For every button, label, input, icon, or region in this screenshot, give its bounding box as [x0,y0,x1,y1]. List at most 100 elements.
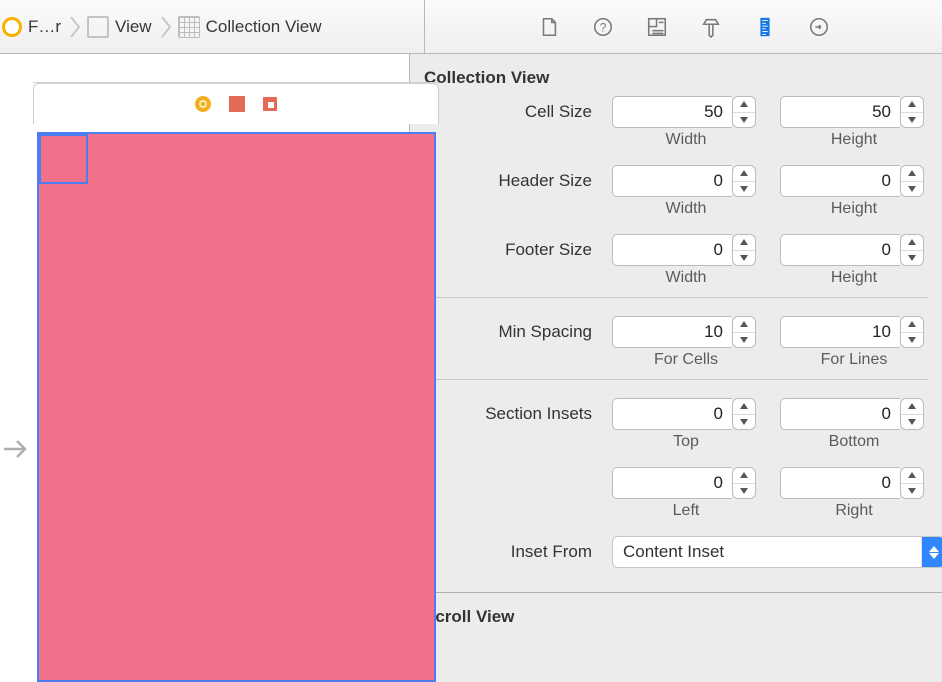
field-spacing-cells: For Cells [612,316,760,369]
field-inset-top: Top [612,398,760,451]
label-footer-size: Footer Size [424,234,592,260]
divider [424,379,928,380]
header-icon [229,96,245,112]
header-height-stepper[interactable] [900,165,924,197]
sublabel: Width [666,200,707,218]
tab-attributes-inspector[interactable] [700,16,722,38]
stepper-up-icon[interactable] [901,399,923,415]
collection-view-preview[interactable] [37,132,436,682]
stepper-up-icon[interactable] [733,399,755,415]
stepper-up-icon[interactable] [901,97,923,113]
stepper-down-icon[interactable] [901,333,923,348]
sublabel: Top [673,433,699,451]
sublabel: Width [666,131,707,149]
stepper-down-icon[interactable] [901,113,923,128]
tab-file-inspector[interactable] [538,16,560,38]
inset-bottom-stepper[interactable] [900,398,924,430]
stepper-down-icon[interactable] [733,333,755,348]
sublabel: Left [673,502,700,520]
footer-width-input[interactable] [612,234,732,266]
inset-left-input[interactable] [612,467,732,499]
footer-height-stepper[interactable] [900,234,924,266]
inspector-tabs: ? [425,0,942,53]
stepper-up-icon[interactable] [901,235,923,251]
stepper-down-icon[interactable] [733,415,755,430]
field-header-width: Width [612,165,760,218]
spacing-lines-input[interactable] [780,316,900,348]
stepper-down-icon[interactable] [733,484,755,499]
select-chevrons-icon [921,537,942,567]
canvas-pane[interactable] [0,54,410,682]
cell-height-input[interactable] [780,96,900,128]
main-split: Collection View Cell Size Width Height H… [0,54,942,682]
sublabel: Bottom [829,433,880,451]
stepper-down-icon[interactable] [901,182,923,197]
label-min-spacing: Min Spacing [424,316,592,342]
inset-top-stepper[interactable] [732,398,756,430]
sublabel: Height [831,269,877,287]
sublabel: For Cells [654,351,718,369]
sublabel: For Lines [821,351,888,369]
collection-view-cell[interactable] [39,134,88,184]
footer-height-input[interactable] [780,234,900,266]
field-inset-right: Right [780,467,928,520]
chevron-right-icon [160,13,172,41]
field-header-height: Height [780,165,928,218]
stepper-down-icon[interactable] [733,113,755,128]
stepper-down-icon[interactable] [901,484,923,499]
field-inset-left: Left [612,467,760,520]
inset-left-stepper[interactable] [732,467,756,499]
section-title-collectionview: Collection View [410,54,942,96]
inset-right-input[interactable] [780,467,900,499]
section-title-scrollview: Scroll View [410,593,942,635]
label-cell-size: Cell Size [424,96,592,122]
cell-width-stepper[interactable] [732,96,756,128]
inset-right-stepper[interactable] [900,467,924,499]
stepper-up-icon[interactable] [733,235,755,251]
header-icon [263,97,277,111]
breadcrumb-item-root[interactable]: F…r [2,17,61,37]
stepper-up-icon[interactable] [733,97,755,113]
stepper-up-icon[interactable] [733,468,755,484]
tab-quick-help[interactable]: ? [592,16,614,38]
inset-from-select[interactable]: Content Inset [612,536,942,568]
breadcrumb-item-collectionview[interactable]: Collection View [178,16,322,38]
cell-height-stepper[interactable] [900,96,924,128]
label-section-insetsretain: Section Insets [424,398,592,424]
label-header-size: Header Size [424,165,592,191]
stepper-up-icon[interactable] [901,468,923,484]
stepper-up-icon[interactable] [901,317,923,333]
stepper-down-icon[interactable] [901,415,923,430]
breadcrumb-item-view[interactable]: View [87,16,152,38]
stepper-up-icon[interactable] [733,317,755,333]
sublabel: Height [831,131,877,149]
header-height-input[interactable] [780,165,900,197]
spacing-lines-stepper[interactable] [900,316,924,348]
inspector-pane: Collection View Cell Size Width Height H… [410,54,942,682]
stepper-up-icon[interactable] [733,166,755,182]
field-footer-height: Height [780,234,928,287]
header-width-stepper[interactable] [732,165,756,197]
inset-from-select-wrap: Content Inset [612,536,928,568]
spacing-cells-input[interactable] [612,316,732,348]
tab-connections-inspector[interactable] [808,16,830,38]
spacing-cells-stepper[interactable] [732,316,756,348]
tab-identity-inspector[interactable] [646,16,668,38]
stepper-down-icon[interactable] [901,251,923,266]
tab-size-inspector[interactable] [754,16,776,38]
field-cell-width: Width [612,96,760,149]
inset-bottom-input[interactable] [780,398,900,430]
storyboard-frame-header[interactable] [33,83,439,124]
header-width-input[interactable] [612,165,732,197]
cell-width-input[interactable] [612,96,732,128]
inset-top-input[interactable] [612,398,732,430]
field-inset-bottom: Bottom [780,398,928,451]
stepper-down-icon[interactable] [733,182,755,197]
field-cell-height: Height [780,96,928,149]
collectionview-icon [178,16,200,38]
stepper-down-icon[interactable] [733,251,755,266]
breadcrumb-label: Collection View [206,17,322,37]
field-spacing-lines: For Lines [780,316,928,369]
footer-width-stepper[interactable] [732,234,756,266]
stepper-up-icon[interactable] [901,166,923,182]
